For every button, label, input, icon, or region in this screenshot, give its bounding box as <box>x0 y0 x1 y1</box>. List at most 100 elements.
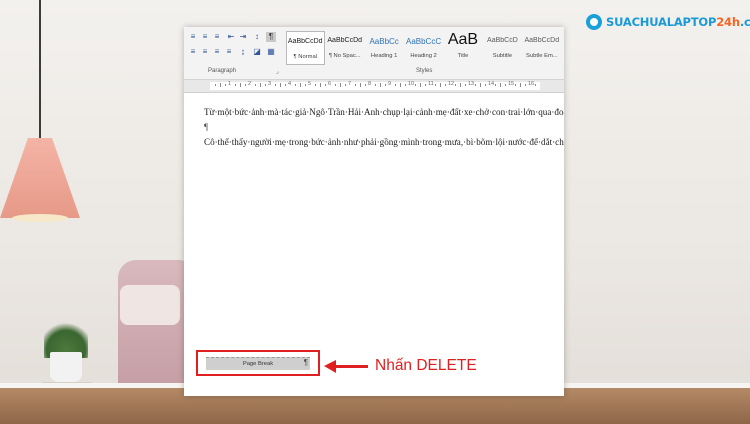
ruler-tick <box>360 83 361 87</box>
style-sample: AaBbCc <box>369 37 399 46</box>
ruler-tick <box>240 83 241 87</box>
style-subtle-emphasis[interactable]: AaBbCcDd Subtle Em... <box>523 31 561 65</box>
style-sample: AaBbCcD <box>487 37 518 44</box>
style-no-spacing[interactable]: AaBbCcDd ¶ No Spac... <box>326 31 364 65</box>
align-left-icon[interactable]: ≡ <box>188 47 198 57</box>
style-sample: AaBbCcDd <box>524 37 560 44</box>
ruler-tick <box>400 83 401 87</box>
align-right-icon[interactable]: ≡ <box>212 47 222 57</box>
instruction-callout: Nhấn DELETE <box>375 357 477 374</box>
ruler-tick <box>355 84 356 86</box>
ruler-tick <box>525 84 526 86</box>
ruler-number: 14 <box>488 81 495 87</box>
style-name: Subtle Em... <box>526 53 558 59</box>
ruler-number: 3 <box>268 81 272 87</box>
sort-icon[interactable]: ↕ <box>252 32 262 42</box>
style-heading-1[interactable]: AaBbCc Heading 1 <box>365 31 403 65</box>
ruler-tick <box>515 84 516 86</box>
ruler-tick <box>475 84 476 86</box>
align-center-icon[interactable]: ≡ <box>200 47 210 57</box>
ruler-tick <box>385 84 386 86</box>
pilcrow-mark: ¶ <box>303 358 308 367</box>
ruler-tick <box>365 84 366 86</box>
lamp-cord <box>39 0 41 140</box>
ruler-tick <box>300 83 301 87</box>
ruler-tick <box>320 83 321 87</box>
ruler-tick <box>265 84 266 86</box>
ruler-tick <box>505 84 506 86</box>
ruler-tick <box>295 84 296 86</box>
ruler-tick <box>215 84 216 86</box>
ruler-number: 8 <box>368 81 372 87</box>
style-sample: AaB <box>447 31 479 48</box>
ruler-number: 7 <box>348 81 352 87</box>
ruler-tick <box>440 83 441 87</box>
ruler-tick <box>280 83 281 87</box>
page-break-label: Page Break <box>242 361 274 367</box>
styles-gallery: AaBbCcDd ¶ Normal AaBbCcDd ¶ No Spac... … <box>286 31 562 65</box>
style-name: Heading 1 <box>370 53 398 59</box>
paragraph-1: Từ·một·bức·ảnh·mà·tác·giả·Ngô·Trần·Hải·A… <box>204 107 564 117</box>
shading-icon[interactable]: ◪ <box>252 47 262 57</box>
ruler-tick <box>305 84 306 86</box>
page-break[interactable]: Page Break ¶ <box>206 357 310 370</box>
justify-icon[interactable]: ≡ <box>224 47 234 57</box>
ruler-tick <box>485 84 486 86</box>
ruler-tick <box>260 83 261 87</box>
ruler-tick <box>285 84 286 86</box>
ruler-tick <box>480 83 481 87</box>
ruler-tick <box>415 84 416 86</box>
decrease-indent-icon[interactable]: ⇤ <box>226 32 236 42</box>
increase-indent-icon[interactable]: ⇥ <box>238 32 248 42</box>
ruler-tick <box>380 83 381 87</box>
ruler-number: 15 <box>508 81 515 87</box>
ruler-tick <box>275 84 276 86</box>
styles-group-label: Styles <box>416 68 433 74</box>
ruler-tick <box>235 84 236 86</box>
ruler-tick <box>460 83 461 87</box>
numbering-icon[interactable]: ≡ <box>200 32 210 42</box>
ruler-tick <box>425 84 426 86</box>
ruler-number: 13 <box>468 81 475 87</box>
arrow-shaft <box>332 365 368 368</box>
show-formatting-icon[interactable]: ¶ <box>266 32 276 42</box>
ruler-tick <box>455 84 456 86</box>
style-normal[interactable]: AaBbCcDd ¶ Normal <box>286 31 325 65</box>
empty-paragraph-mark: ¶ <box>204 122 209 133</box>
paragraph-group: ≡ ≡ ≡ ⇤ ⇥ ↕ ¶ ≡ ≡ ≡ ≡ ↨ ◪ ▦ <box>188 32 284 66</box>
ruler-number: 6 <box>328 81 332 87</box>
style-name: ¶ Normal <box>293 54 317 60</box>
document-body[interactable]: Từ·một·bức·ảnh·mà·tác·giả·Ngô·Trần·Hải·A… <box>204 105 564 150</box>
ruler-tick <box>225 84 226 86</box>
horizontal-ruler[interactable]: 1 2 3 4 5 6 7 8 9 10 11 12 13 14 15 16 <box>184 80 564 93</box>
paragraph-2: Cô·thể·thấy·người·mẹ·trong·bức·ảnh·như·p… <box>204 137 564 148</box>
ruler-tick <box>245 84 246 86</box>
page-break-highlight: Page Break ¶ <box>196 350 320 376</box>
ruler-tick <box>495 84 496 86</box>
ruler-tick <box>395 84 396 86</box>
ruler-number: 2 <box>248 81 252 87</box>
style-sample: AaBbCcDd <box>287 38 323 45</box>
ruler-tick <box>535 84 536 86</box>
style-name: ¶ No Spac... <box>328 53 361 59</box>
style-title[interactable]: AaB Title <box>444 31 482 65</box>
style-subtitle[interactable]: AaBbCcD Subtitle <box>483 31 521 65</box>
ruler-number: 16 <box>528 81 535 87</box>
ruler-tick <box>375 84 376 86</box>
lamp-bulb <box>12 214 68 222</box>
ruler-number: 1 <box>228 81 232 87</box>
paragraph-launcher-icon[interactable]: ⌟ <box>276 68 279 75</box>
ruler-tick <box>345 84 346 86</box>
bullets-icon[interactable]: ≡ <box>188 32 198 42</box>
ruler-tick <box>315 84 316 86</box>
multilevel-list-icon[interactable]: ≡ <box>212 32 222 42</box>
style-heading-2[interactable]: AaBbCcC Heading 2 <box>404 31 442 65</box>
ruler-tick <box>445 84 446 86</box>
ruler-tick <box>420 83 421 87</box>
borders-icon[interactable]: ▦ <box>266 47 276 57</box>
line-spacing-icon[interactable]: ↨ <box>238 47 248 57</box>
paragraph-group-label: Paragraph <box>208 68 237 74</box>
style-sample: AaBbCcC <box>405 37 442 46</box>
ruler-tick <box>325 84 326 86</box>
brand-logo: SUACHUALAPTOP24h.com <box>586 12 750 32</box>
